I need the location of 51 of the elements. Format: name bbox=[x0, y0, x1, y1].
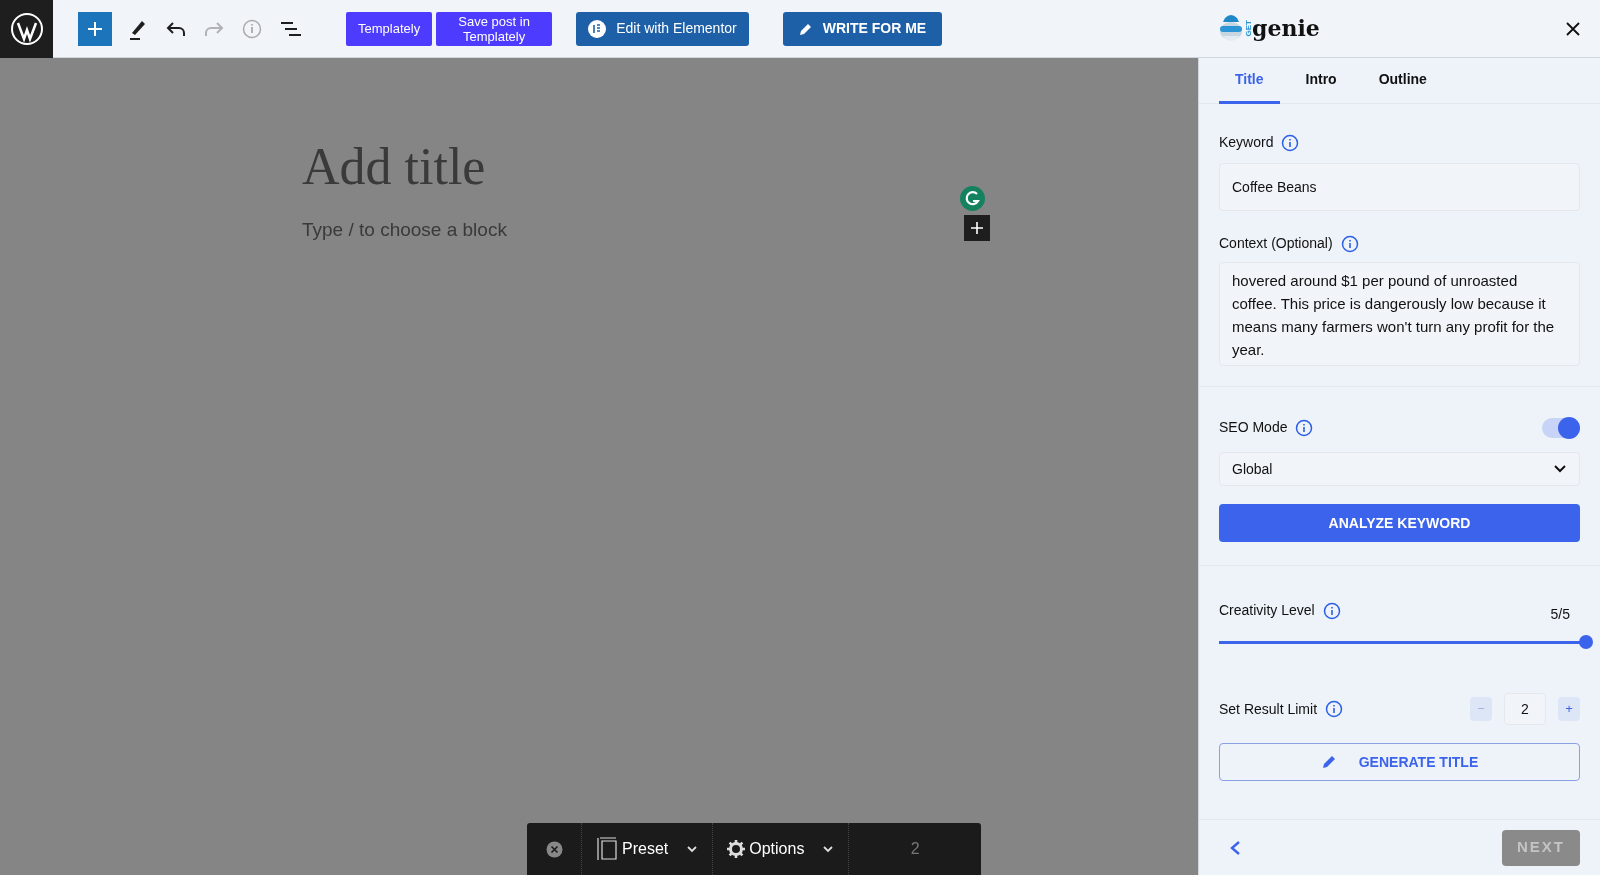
preset-icon[interactable] bbox=[596, 837, 618, 861]
list-view-icon[interactable] bbox=[280, 20, 302, 37]
chevron-down-icon bbox=[686, 845, 699, 853]
tab[interactable]: Intro bbox=[1289, 58, 1353, 104]
slider-thumb[interactable] bbox=[1579, 635, 1593, 649]
info-icon[interactable] bbox=[1325, 700, 1344, 718]
plus-icon bbox=[87, 20, 103, 37]
options-dropdown[interactable]: Options bbox=[749, 837, 835, 861]
gear-icon[interactable] bbox=[727, 840, 746, 858]
logo-text: GET bbox=[1244, 20, 1253, 37]
seo-toggle[interactable] bbox=[1542, 417, 1580, 438]
plus-icon bbox=[970, 221, 984, 235]
preset-dropdown[interactable]: Preset bbox=[622, 837, 699, 861]
slider-track[interactable] bbox=[1219, 635, 1593, 649]
creativity-reading: 5/5 bbox=[1550, 605, 1570, 624]
chevron-down-icon bbox=[1553, 464, 1567, 474]
context-field[interactable]: hovered around $1 per pound of unroasted coffee. This price is dangerously low because it means many farmers won't turn any profit for the year. bbox=[1219, 262, 1580, 366]
info-icon[interactable] bbox=[1340, 234, 1359, 253]
tab[interactable]: Outline bbox=[1362, 58, 1443, 104]
write-for-me-button[interactable]: WRITE FOR ME bbox=[782, 11, 943, 46]
result-limit-field[interactable]: 2 bbox=[1504, 693, 1546, 725]
add-block-button[interactable] bbox=[78, 11, 112, 46]
region-dropdown[interactable]: Global bbox=[1219, 452, 1580, 486]
info-icon[interactable] bbox=[1281, 133, 1300, 152]
generate-title-button[interactable]: GENERATE TITLE bbox=[1219, 743, 1580, 781]
undo-icon[interactable] bbox=[166, 20, 186, 37]
field-label: Keyword bbox=[1219, 133, 1274, 152]
logo-text: genie bbox=[1252, 14, 1320, 43]
templately-button[interactable]: Save post in Templately bbox=[436, 11, 553, 46]
add-block-button[interactable] bbox=[964, 215, 990, 241]
grammarly-icon[interactable] bbox=[960, 186, 985, 211]
info-icon[interactable] bbox=[1322, 601, 1341, 620]
elementor-icon bbox=[588, 19, 607, 38]
chevron-down-icon bbox=[822, 845, 835, 853]
wordpress-logo-icon[interactable] bbox=[0, 0, 53, 58]
analyze-keyword-button[interactable]: ANALYZE KEYWORD bbox=[1219, 504, 1580, 542]
field-label: SEO Mode bbox=[1219, 418, 1288, 437]
field-label: Set Result Limit bbox=[1219, 699, 1318, 719]
back-icon[interactable] bbox=[1229, 839, 1241, 856]
count-text: 2 bbox=[910, 839, 920, 859]
keyword-field[interactable]: Coffee Beans bbox=[1219, 163, 1580, 211]
templately-button[interactable]: Templately bbox=[346, 11, 433, 46]
tab[interactable]: Title bbox=[1219, 58, 1280, 104]
field-label: Creativity Level bbox=[1219, 601, 1315, 620]
elementor-button[interactable]: Edit with Elementor bbox=[576, 11, 749, 46]
close-icon[interactable] bbox=[1566, 21, 1580, 36]
info-icon[interactable] bbox=[1295, 418, 1314, 437]
field-label: Context (Optional) bbox=[1219, 234, 1333, 253]
increment-button[interactable]: + bbox=[1558, 697, 1580, 721]
pencil-icon bbox=[798, 21, 813, 36]
pencil-icon bbox=[1320, 754, 1337, 770]
